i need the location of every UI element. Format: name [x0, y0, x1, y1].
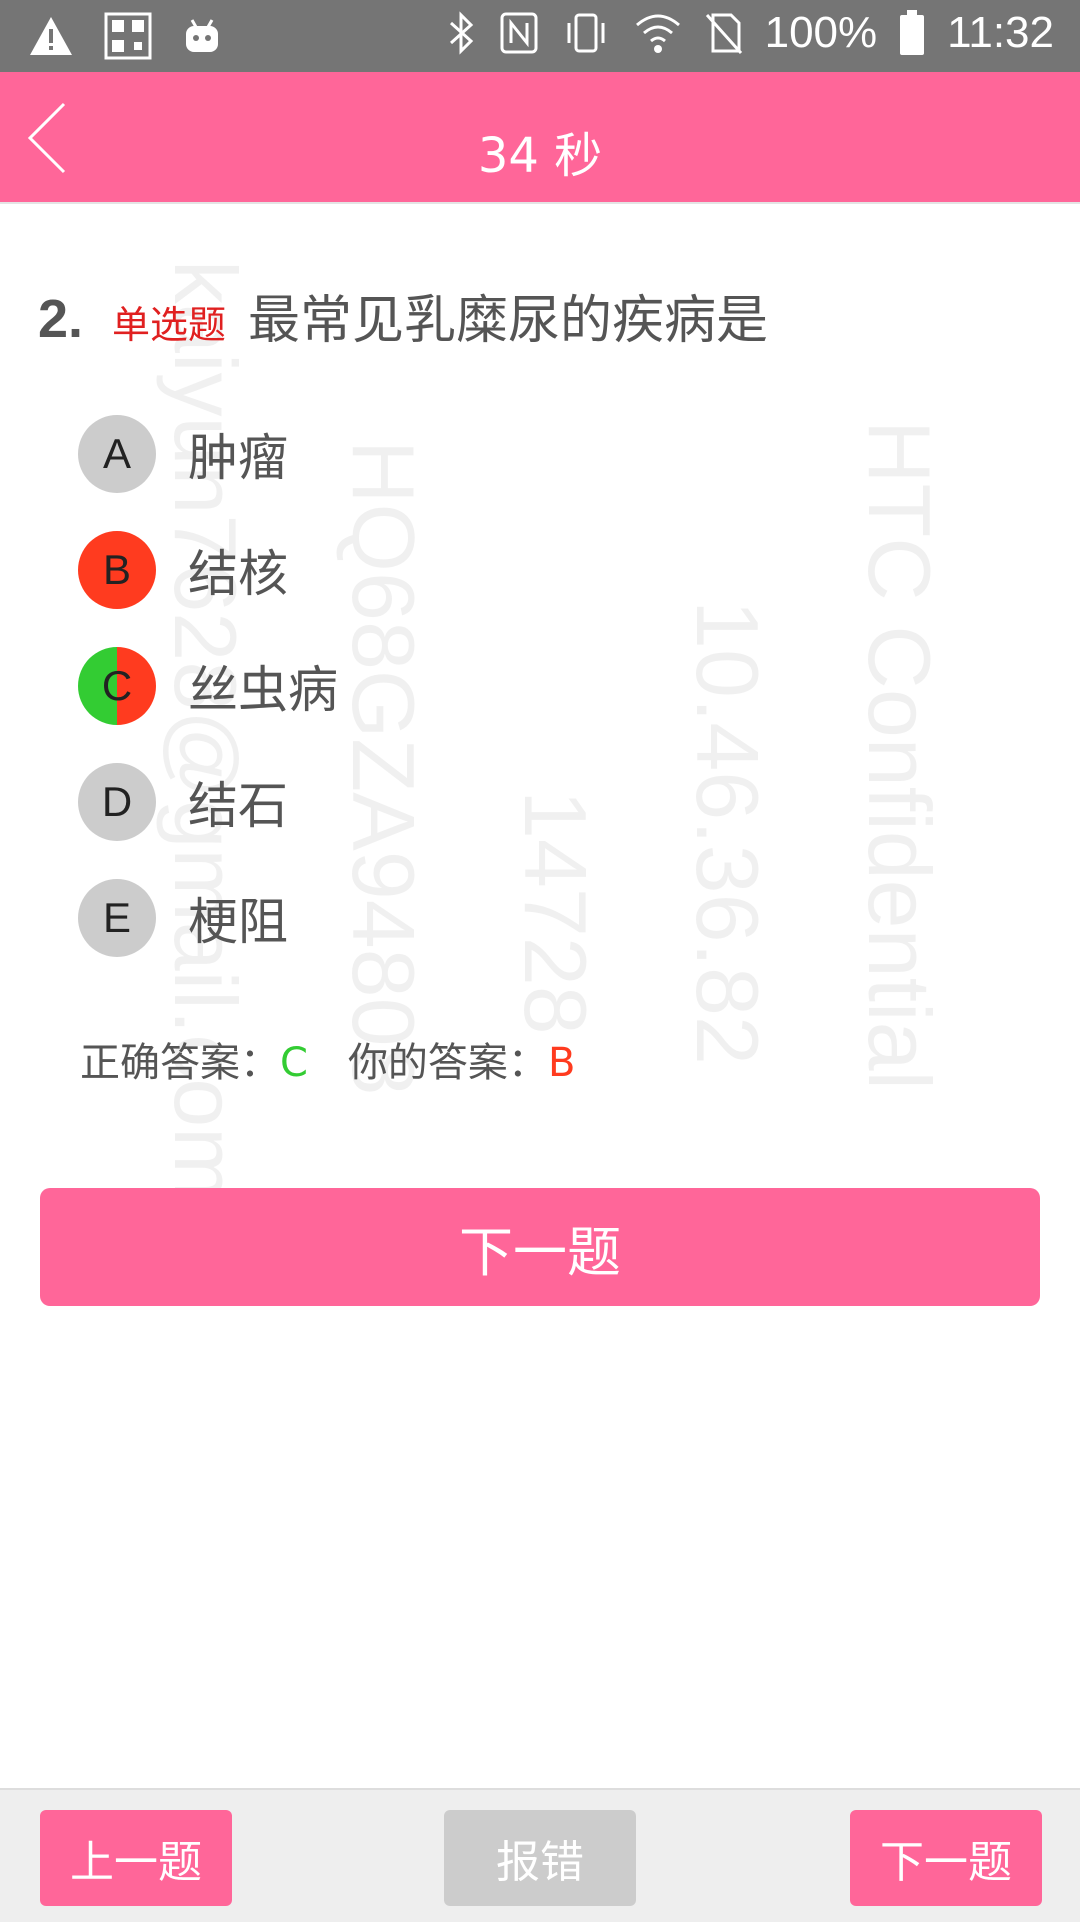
android-icon [186, 19, 218, 52]
app-bar: 34 秒 [0, 72, 1080, 202]
watermark: HQ68GZA94808 [334, 440, 433, 1096]
option-e[interactable]: E 梗阻 [78, 878, 288, 958]
bottom-nav-bar: 上一题 报错 下一题 [0, 1788, 1080, 1922]
answer-summary: 正确答案：C 你的答案：B [80, 1030, 575, 1088]
battery-icon [900, 10, 925, 55]
question-number: 2. [38, 289, 84, 349]
option-a[interactable]: A 肿瘤 [78, 414, 288, 494]
option-d[interactable]: D 结石 [78, 762, 288, 842]
no-sim-icon [705, 13, 742, 55]
bottom-next-question-button[interactable]: 下一题 [850, 1810, 1042, 1906]
option-b[interactable]: B 结核 [78, 530, 288, 610]
option-letter: E [78, 879, 156, 957]
option-text: 梗阻 [188, 893, 288, 951]
report-error-button[interactable]: 报错 [444, 1810, 636, 1906]
question-type-badge: 单选题 [112, 303, 227, 347]
your-answer-value: B [547, 1040, 576, 1086]
vibrate-icon [567, 13, 605, 53]
bluetooth-icon [449, 11, 473, 55]
qr-code-icon [104, 12, 152, 60]
option-text: 丝虫病 [188, 661, 338, 719]
nfc-icon [500, 12, 538, 54]
option-c[interactable]: C 丝虫病 [78, 646, 338, 726]
watermark: 14728 [506, 790, 605, 1035]
correct-answer-value: C [280, 1040, 308, 1086]
divider [0, 202, 1080, 204]
status-bar: 100% 11:32 [0, 0, 1080, 72]
watermark: 10.46.36.82 [678, 600, 777, 1065]
option-text: 结核 [188, 545, 288, 603]
option-letter: D [78, 763, 156, 841]
next-question-button[interactable]: 下一题 [40, 1188, 1040, 1306]
correct-answer-label: 正确答案： [80, 1040, 280, 1086]
warning-icon [30, 17, 72, 55]
previous-question-button[interactable]: 上一题 [40, 1810, 232, 1906]
clock: 11:32 [947, 8, 1054, 57]
option-letter: C [78, 647, 156, 725]
watermark: HTC Confidential [850, 420, 949, 1091]
option-letter: B [78, 531, 156, 609]
option-text: 肿瘤 [188, 429, 288, 487]
option-text: 结石 [188, 777, 288, 835]
battery-percent: 100% [764, 8, 878, 57]
question-text: 最常见乳糜尿的疾病是 [248, 291, 769, 351]
wifi-icon [635, 14, 680, 53]
your-answer-label: 你的答案： [347, 1040, 548, 1086]
option-letter: A [78, 415, 156, 493]
timer-title: 34 秒 [477, 128, 603, 184]
